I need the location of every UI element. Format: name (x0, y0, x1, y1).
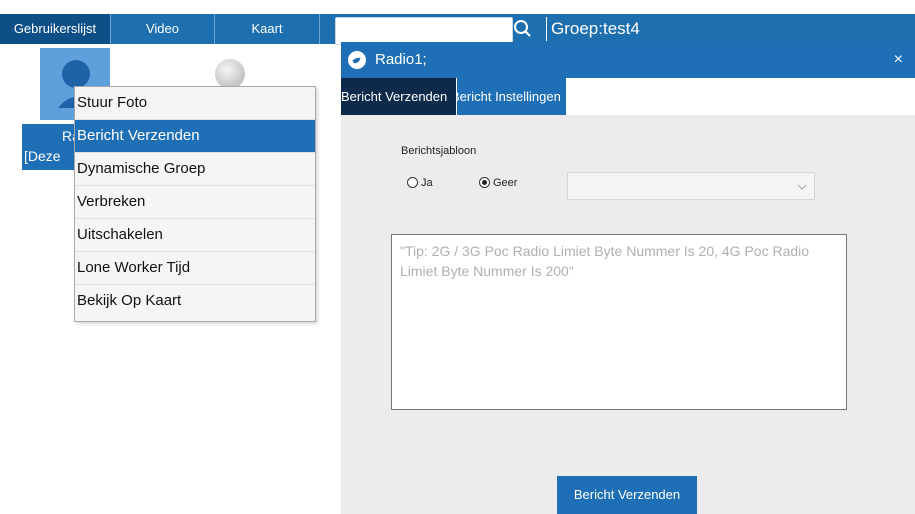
chevron-down-icon (797, 184, 807, 190)
tab-kaart[interactable]: Kaart (215, 14, 320, 44)
dialog-title: Radio1; (375, 51, 427, 68)
dialog-title-bar: Radio1; × (341, 42, 915, 78)
radio-ja-label: Ja (421, 177, 433, 189)
menu-item-bericht-verzenden[interactable]: Bericht Verzenden (75, 120, 315, 153)
dialog-body: Berichtsjabloon Ja Geer "Tip: 2G / 3G Po… (341, 124, 915, 514)
send-message-button[interactable]: Bericht Verzenden (557, 476, 697, 514)
dialog-tabs: Bericht Verzenden Bericht Instellingen (341, 78, 915, 115)
menu-item-verbreken[interactable]: Verbreken (75, 186, 315, 219)
menu-item-uitschakelen[interactable]: Uitschakelen (75, 219, 315, 252)
tab-bericht-instellingen[interactable]: Bericht Instellingen (457, 78, 566, 115)
group-label: Groep:test4 (546, 17, 640, 41)
bird-icon (348, 51, 366, 69)
message-dialog: Radio1; × Bericht Verzenden Bericht Inst… (341, 42, 915, 514)
menu-item-bekijk-op-kaart[interactable]: Bekijk Op Kaart (75, 285, 315, 317)
message-textarea[interactable]: "Tip: 2G / 3G Poc Radio Limiet Byte Numm… (391, 234, 847, 410)
tab-bericht-verzenden[interactable]: Bericht Verzenden (341, 78, 456, 115)
tab-gebruikerslijst[interactable]: Gebruikerslijst (0, 14, 111, 44)
radio-ja-dot (407, 177, 418, 188)
menu-item-lone-worker-tijd[interactable]: Lone Worker Tijd (75, 252, 315, 285)
menu-item-dynamische-groep[interactable]: Dynamische Groep (75, 153, 315, 186)
radio-geer-dot (479, 177, 490, 188)
tab-video[interactable]: Video (111, 14, 215, 44)
template-select[interactable] (567, 172, 815, 200)
radio-ja[interactable]: Ja (407, 177, 433, 189)
search-icon[interactable] (512, 18, 534, 40)
menu-item-stuur-foto[interactable]: Stuur Foto (75, 87, 315, 120)
radio-geer-label: Geer (493, 177, 518, 189)
template-label: Berichtsjabloon (401, 145, 477, 157)
close-icon[interactable]: × (894, 42, 903, 78)
search-input[interactable] (335, 17, 513, 45)
context-menu: Stuur Foto Bericht Verzenden Dynamische … (74, 86, 316, 322)
radio-geer[interactable]: Geer (479, 177, 517, 189)
